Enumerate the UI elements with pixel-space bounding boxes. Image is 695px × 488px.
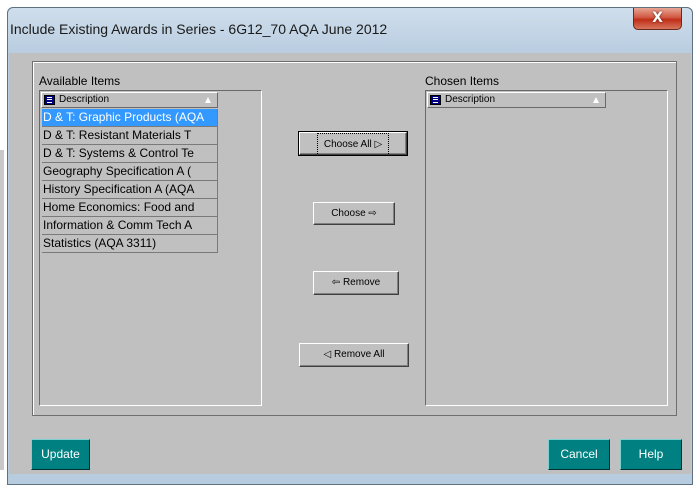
list-item[interactable]: Home Economics: Food and — [42, 199, 218, 217]
update-button[interactable]: Update — [31, 439, 90, 470]
window-title: Include Existing Awards in Series - 6G12… — [10, 21, 388, 37]
chosen-items-label: Chosen Items — [425, 74, 500, 88]
chosen-description-header[interactable]: Description — [427, 92, 606, 108]
update-label: Update — [41, 447, 80, 461]
help-button[interactable]: Help — [620, 439, 682, 470]
choose-button[interactable]: Choose ⇨ — [313, 202, 395, 225]
sort-ascending-icon — [205, 97, 211, 103]
remove-all-button[interactable]: ◁ Remove All — [299, 343, 409, 367]
choose-label: Choose ⇨ — [331, 208, 377, 219]
close-icon: X — [652, 10, 663, 26]
available-rows: D & T: Graphic Products (AQA D & T: Resis… — [42, 109, 218, 253]
available-description-header[interactable]: Description — [41, 92, 218, 108]
window-bottom-border — [8, 474, 692, 484]
remove-all-label: ◁ Remove All — [323, 349, 385, 360]
available-header-label: Description — [59, 94, 110, 105]
available-items-label: Available Items — [39, 74, 121, 88]
close-button[interactable]: X — [633, 8, 682, 30]
title-bar[interactable]: Include Existing Awards in Series - 6G12… — [8, 8, 692, 53]
cancel-label: Cancel — [560, 447, 598, 461]
list-item[interactable]: D & T: Resistant Materials T — [42, 127, 218, 145]
chosen-header-label: Description — [445, 94, 496, 105]
list-item[interactable]: History Specification A (AQA — [42, 181, 218, 199]
chosen-items-list[interactable]: Description — [425, 90, 668, 406]
cancel-button[interactable]: Cancel — [548, 439, 610, 470]
column-chooser-icon — [44, 95, 55, 105]
dialog-client-area: Available Items Chosen Items Description… — [9, 53, 691, 474]
column-chooser-icon — [430, 95, 441, 105]
choose-all-label: Choose All ▷ — [316, 133, 390, 156]
remove-label: ⇦ Remove — [331, 277, 381, 288]
list-item[interactable]: D & T: Graphic Products (AQA — [42, 109, 218, 127]
remove-button[interactable]: ⇦ Remove — [313, 271, 399, 295]
available-items-list[interactable]: Description D & T: Graphic Products (AQA… — [39, 90, 262, 406]
help-label: Help — [638, 447, 664, 461]
dialog-window: Include Existing Awards in Series - 6G12… — [7, 7, 693, 485]
choose-all-button[interactable]: Choose All ▷ — [298, 131, 408, 156]
list-item[interactable]: D & T: Systems & Control Te — [42, 145, 218, 163]
window-shadow-edge — [0, 150, 4, 470]
sort-ascending-icon — [593, 97, 599, 103]
list-item[interactable]: Information & Comm Tech A — [42, 217, 218, 235]
list-item[interactable]: Statistics (AQA 3311) — [42, 235, 218, 253]
list-item[interactable]: Geography Specification A ( — [42, 163, 218, 181]
